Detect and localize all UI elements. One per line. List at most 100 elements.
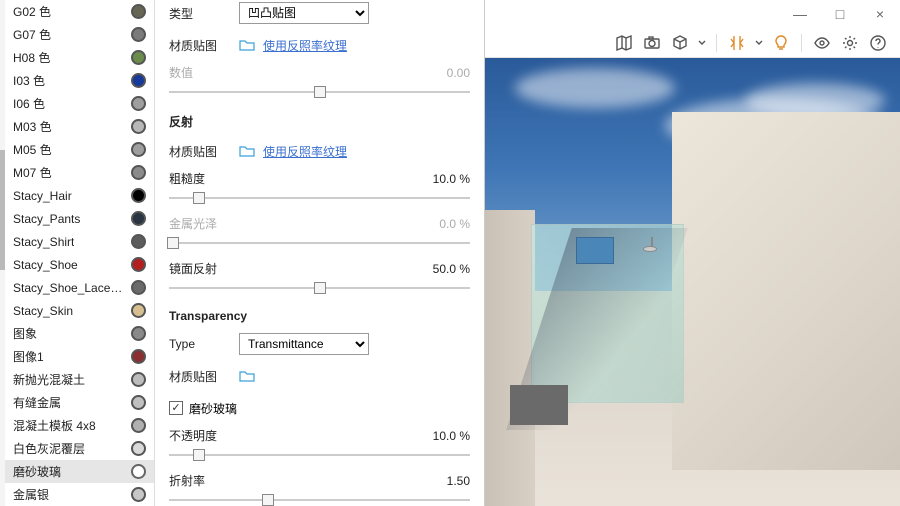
material-label: G07 色 bbox=[13, 26, 51, 43]
material-row[interactable]: 新抛光混凝土 bbox=[5, 368, 154, 391]
material-swatch bbox=[131, 372, 146, 387]
slider-track[interactable] bbox=[169, 493, 470, 506]
material-row[interactable]: M07 色 bbox=[5, 161, 154, 184]
slider-thumb[interactable] bbox=[314, 282, 326, 294]
frosted-checkbox-row[interactable]: 磨砂玻璃 bbox=[169, 395, 470, 421]
material-row[interactable]: G07 色 bbox=[5, 23, 154, 46]
lightbulb-icon[interactable] bbox=[769, 31, 793, 55]
material-swatch bbox=[131, 349, 146, 364]
chevron-down-icon[interactable] bbox=[753, 31, 765, 55]
slider-thumb[interactable] bbox=[193, 449, 205, 461]
slider-thumb[interactable] bbox=[262, 494, 274, 506]
scrollbar[interactable] bbox=[0, 0, 5, 506]
specular-slider[interactable]: 镜面反射50.0 % bbox=[169, 260, 470, 295]
map-icon[interactable] bbox=[612, 31, 636, 55]
material-swatch bbox=[131, 96, 146, 111]
material-row[interactable]: I06 色 bbox=[5, 92, 154, 115]
opacity-slider[interactable]: 不透明度10.0 % bbox=[169, 427, 470, 462]
material-list[interactable]: G02 色 G07 色 H08 色 I03 色 I06 色M03 色 M05 色 M07 色… bbox=[0, 0, 155, 506]
type-row: 类型 凹凸贴图 bbox=[169, 0, 470, 26]
reflection-texture-label: 材质贴图 bbox=[169, 143, 239, 160]
material-row[interactable]: I03 色 bbox=[5, 69, 154, 92]
folder-icon[interactable] bbox=[239, 39, 255, 52]
material-swatch bbox=[131, 119, 146, 134]
ior-slider[interactable]: 折射率1.50 bbox=[169, 472, 470, 506]
toolbar-separator bbox=[716, 34, 717, 52]
material-row[interactable]: Stacy_Shirt bbox=[5, 230, 154, 253]
material-row[interactable]: Stacy_Hair bbox=[5, 184, 154, 207]
material-swatch bbox=[131, 142, 146, 157]
value-slider[interactable]: 数值 0.00 bbox=[169, 64, 470, 99]
material-label: Stacy_Shoe_Laces_S... bbox=[13, 281, 123, 295]
material-row[interactable]: 混凝土模板 4x8 bbox=[5, 414, 154, 437]
scrollbar-thumb[interactable] bbox=[0, 150, 5, 270]
specular-value: 50.0 % bbox=[433, 262, 470, 276]
material-label: 磨砂玻璃 bbox=[13, 463, 61, 480]
value-slider-label: 数值 bbox=[169, 64, 239, 81]
material-label: I03 色 bbox=[13, 72, 45, 89]
texture-link[interactable]: 使用反照率纹理 bbox=[263, 37, 347, 54]
opacity-value: 10.0 % bbox=[433, 429, 470, 443]
folder-icon[interactable] bbox=[239, 370, 255, 383]
material-row[interactable]: M05 色 bbox=[5, 138, 154, 161]
render-canvas[interactable] bbox=[485, 58, 900, 506]
slider-thumb[interactable] bbox=[193, 192, 205, 204]
material-label: Stacy_Hair bbox=[13, 189, 72, 203]
gear-icon[interactable] bbox=[838, 31, 862, 55]
slider-track[interactable] bbox=[169, 236, 470, 250]
slider-track[interactable] bbox=[169, 281, 470, 295]
frosted-label: 磨砂玻璃 bbox=[189, 400, 237, 417]
material-row[interactable]: Stacy_Shoe bbox=[5, 253, 154, 276]
slider-thumb[interactable] bbox=[167, 237, 179, 249]
material-swatch bbox=[131, 326, 146, 341]
material-swatch bbox=[131, 464, 146, 479]
metallic-slider[interactable]: 金属光泽0.0 % bbox=[169, 215, 470, 250]
material-swatch bbox=[131, 188, 146, 203]
folder-icon[interactable] bbox=[239, 145, 255, 158]
value-slider-value: 0.00 bbox=[447, 66, 470, 80]
material-row[interactable]: M03 色 bbox=[5, 115, 154, 138]
minimize-button[interactable]: — bbox=[780, 0, 820, 28]
material-swatch bbox=[131, 487, 146, 502]
material-row[interactable]: 图象 bbox=[5, 322, 154, 345]
chevron-down-icon[interactable] bbox=[696, 31, 708, 55]
material-swatch bbox=[131, 280, 146, 295]
slider-track[interactable] bbox=[169, 448, 470, 462]
material-swatch bbox=[131, 395, 146, 410]
trans-type-select[interactable]: Transmittance bbox=[239, 333, 369, 355]
frosted-checkbox[interactable] bbox=[169, 401, 183, 415]
maximize-button[interactable]: □ bbox=[820, 0, 860, 28]
material-swatch bbox=[131, 418, 146, 433]
material-row[interactable]: 磨砂玻璃 bbox=[5, 460, 154, 483]
ior-value: 1.50 bbox=[447, 474, 470, 488]
material-row[interactable]: 图像1 bbox=[5, 345, 154, 368]
trans-type-row: Type Transmittance bbox=[169, 331, 470, 357]
eye-icon[interactable] bbox=[810, 31, 834, 55]
render-viewport: — □ × bbox=[485, 0, 900, 506]
roughness-slider[interactable]: 粗糙度10.0 % bbox=[169, 170, 470, 205]
help-icon[interactable] bbox=[866, 31, 890, 55]
camera-icon[interactable] bbox=[640, 31, 664, 55]
material-label: 金属银 bbox=[13, 486, 49, 503]
material-row[interactable]: 金属银 bbox=[5, 483, 154, 506]
metallic-value: 0.0 % bbox=[439, 217, 470, 231]
material-row[interactable]: 有缝金属 bbox=[5, 391, 154, 414]
material-row[interactable]: Stacy_Shoe_Laces_S... bbox=[5, 276, 154, 299]
material-row[interactable]: G02 色 bbox=[5, 0, 154, 23]
material-row[interactable]: Stacy_Pants bbox=[5, 207, 154, 230]
slider-track[interactable] bbox=[169, 191, 470, 205]
cube-icon[interactable] bbox=[668, 31, 692, 55]
reflection-texture-link[interactable]: 使用反照率纹理 bbox=[263, 143, 347, 160]
material-label: 混凝土模板 4x8 bbox=[13, 417, 96, 434]
slider-thumb[interactable] bbox=[314, 86, 326, 98]
material-row[interactable]: 白色灰泥覆层 bbox=[5, 437, 154, 460]
material-swatch bbox=[131, 50, 146, 65]
split-icon[interactable] bbox=[725, 31, 749, 55]
material-row[interactable]: Stacy_Skin bbox=[5, 299, 154, 322]
material-row[interactable]: H08 色 bbox=[5, 46, 154, 69]
close-button[interactable]: × bbox=[860, 0, 900, 28]
type-select[interactable]: 凹凸贴图 bbox=[239, 2, 369, 24]
material-swatch bbox=[131, 165, 146, 180]
slider-track[interactable] bbox=[169, 85, 470, 99]
material-label: M05 色 bbox=[13, 141, 52, 158]
